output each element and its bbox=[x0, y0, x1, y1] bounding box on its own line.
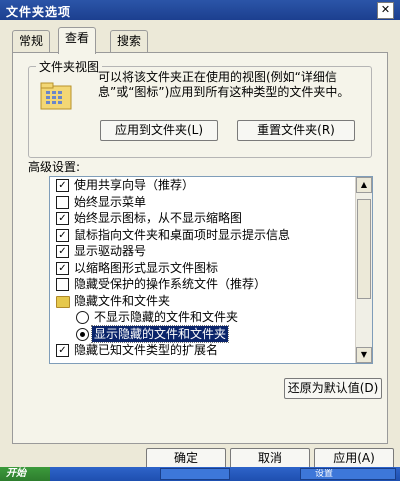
vertical-scrollbar[interactable]: ▲ ▼ bbox=[355, 177, 372, 363]
setting-label: 显示驱动器号 bbox=[74, 244, 147, 258]
folder-view-icon bbox=[40, 82, 72, 110]
setting-dont-show-hidden[interactable]: 不显示隐藏的文件和文件夹 bbox=[50, 309, 350, 326]
start-button[interactable]: 开始 bbox=[0, 467, 50, 481]
tab-view-label: 查看 bbox=[65, 31, 90, 45]
chevron-up-icon: ▲ bbox=[360, 180, 368, 189]
folder-views-description: 可以将该文件夹正在使用的视图(例如“详细信息”或“图标”)应用到所有这种类型的文… bbox=[98, 70, 350, 99]
settings-rows: ✓ 使用共享向导（推荐） 始终显示菜单 ✓ 始终显示图标，从不显示缩略图 ✓ 鼠… bbox=[50, 177, 350, 359]
cancel-button[interactable]: 取消 bbox=[230, 448, 310, 469]
setting-label: 以缩略图形式显示文件图标 bbox=[74, 260, 219, 275]
close-button[interactable]: ✕ bbox=[377, 2, 394, 19]
chevron-down-icon: ▼ bbox=[360, 350, 368, 359]
setting-label: 使用共享向导（推荐） bbox=[74, 178, 195, 192]
close-icon: ✕ bbox=[380, 3, 391, 16]
checkbox-always-show-menus[interactable] bbox=[56, 195, 69, 209]
setting-label: 鼠标指向文件夹和桌面项时显示提示信息 bbox=[74, 227, 291, 242]
radio-show-hidden[interactable] bbox=[76, 327, 89, 341]
setting-label: 隐藏已知文件类型的扩展名 bbox=[74, 343, 219, 357]
checkbox-popup-descriptions[interactable]: ✓ bbox=[56, 228, 69, 242]
radio-dont-show-hidden[interactable] bbox=[76, 311, 89, 324]
checkbox-sharing-wizard[interactable]: ✓ bbox=[56, 179, 69, 192]
checkbox-hide-protected-files[interactable] bbox=[56, 278, 69, 291]
title-bar: 文件夹选项 ✕ bbox=[0, 0, 400, 20]
taskbar: 开始 设置 bbox=[0, 467, 400, 481]
setting-group-hidden-files: 隐藏文件和文件夹 bbox=[50, 293, 350, 310]
tab-general[interactable]: 常规 bbox=[12, 30, 51, 53]
scroll-down-button[interactable]: ▼ bbox=[356, 347, 372, 363]
restore-defaults-button[interactable]: 还原为默认值(D) bbox=[284, 378, 382, 399]
taskbar-item[interactable] bbox=[160, 468, 230, 480]
tab-search[interactable]: 搜索 bbox=[110, 30, 149, 53]
setting-show-hidden[interactable]: 显示隐藏的文件和文件夹 bbox=[50, 324, 350, 343]
setting-show-drive-letters[interactable]: ✓ 显示驱动器号 bbox=[50, 243, 350, 260]
folder-icon bbox=[56, 295, 70, 308]
checkbox-thumbnail-icons[interactable]: ✓ bbox=[56, 261, 69, 275]
setting-label: 始终显示图标，从不显示缩略图 bbox=[74, 211, 243, 225]
tab-view[interactable]: 查看 bbox=[58, 27, 97, 54]
setting-label: 始终显示菜单 bbox=[74, 194, 147, 209]
taskbar-item-settings[interactable]: 设置 bbox=[300, 468, 396, 480]
setting-hide-extensions[interactable]: ✓ 隐藏已知文件类型的扩展名 bbox=[50, 342, 350, 359]
apply-button[interactable]: 应用(A) bbox=[314, 448, 394, 469]
reset-folders-button[interactable]: 重置文件夹(R) bbox=[237, 120, 355, 141]
checkbox-always-show-icons[interactable]: ✓ bbox=[56, 212, 69, 225]
apply-to-folders-button[interactable]: 应用到文件夹(L) bbox=[100, 120, 218, 141]
setting-label: 不显示隐藏的文件和文件夹 bbox=[94, 310, 239, 324]
setting-label: 隐藏受保护的操作系统文件（推荐） bbox=[74, 277, 267, 291]
scroll-up-button[interactable]: ▲ bbox=[356, 177, 372, 193]
checkbox-hide-extensions[interactable]: ✓ bbox=[56, 344, 69, 357]
setting-sharing-wizard[interactable]: ✓ 使用共享向导（推荐） bbox=[50, 177, 350, 194]
setting-thumbnail-icons[interactable]: ✓ 以缩略图形式显示文件图标 bbox=[50, 260, 350, 277]
checkbox-show-drive-letters[interactable]: ✓ bbox=[56, 245, 69, 258]
setting-always-show-menus[interactable]: 始终显示菜单 bbox=[50, 194, 350, 211]
folder-views-legend: 文件夹视图 bbox=[36, 58, 103, 75]
advanced-settings-list[interactable]: ✓ 使用共享向导（推荐） 始终显示菜单 ✓ 始终显示图标，从不显示缩略图 ✓ 鼠… bbox=[49, 176, 373, 364]
scroll-thumb[interactable] bbox=[357, 199, 371, 299]
tab-general-label: 常规 bbox=[19, 34, 44, 48]
advanced-settings-label: 高级设置: bbox=[28, 160, 81, 174]
setting-label: 显示隐藏的文件和文件夹 bbox=[90, 324, 230, 343]
setting-group-label: 隐藏文件和文件夹 bbox=[74, 293, 171, 308]
setting-always-show-icons[interactable]: ✓ 始终显示图标，从不显示缩略图 bbox=[50, 210, 350, 227]
ok-button[interactable]: 确定 bbox=[146, 448, 226, 469]
setting-hide-protected-files[interactable]: 隐藏受保护的操作系统文件（推荐） bbox=[50, 276, 350, 293]
window-title: 文件夹选项 bbox=[6, 5, 72, 19]
tab-search-label: 搜索 bbox=[117, 34, 142, 48]
setting-popup-descriptions[interactable]: ✓ 鼠标指向文件夹和桌面项时显示提示信息 bbox=[50, 227, 350, 244]
